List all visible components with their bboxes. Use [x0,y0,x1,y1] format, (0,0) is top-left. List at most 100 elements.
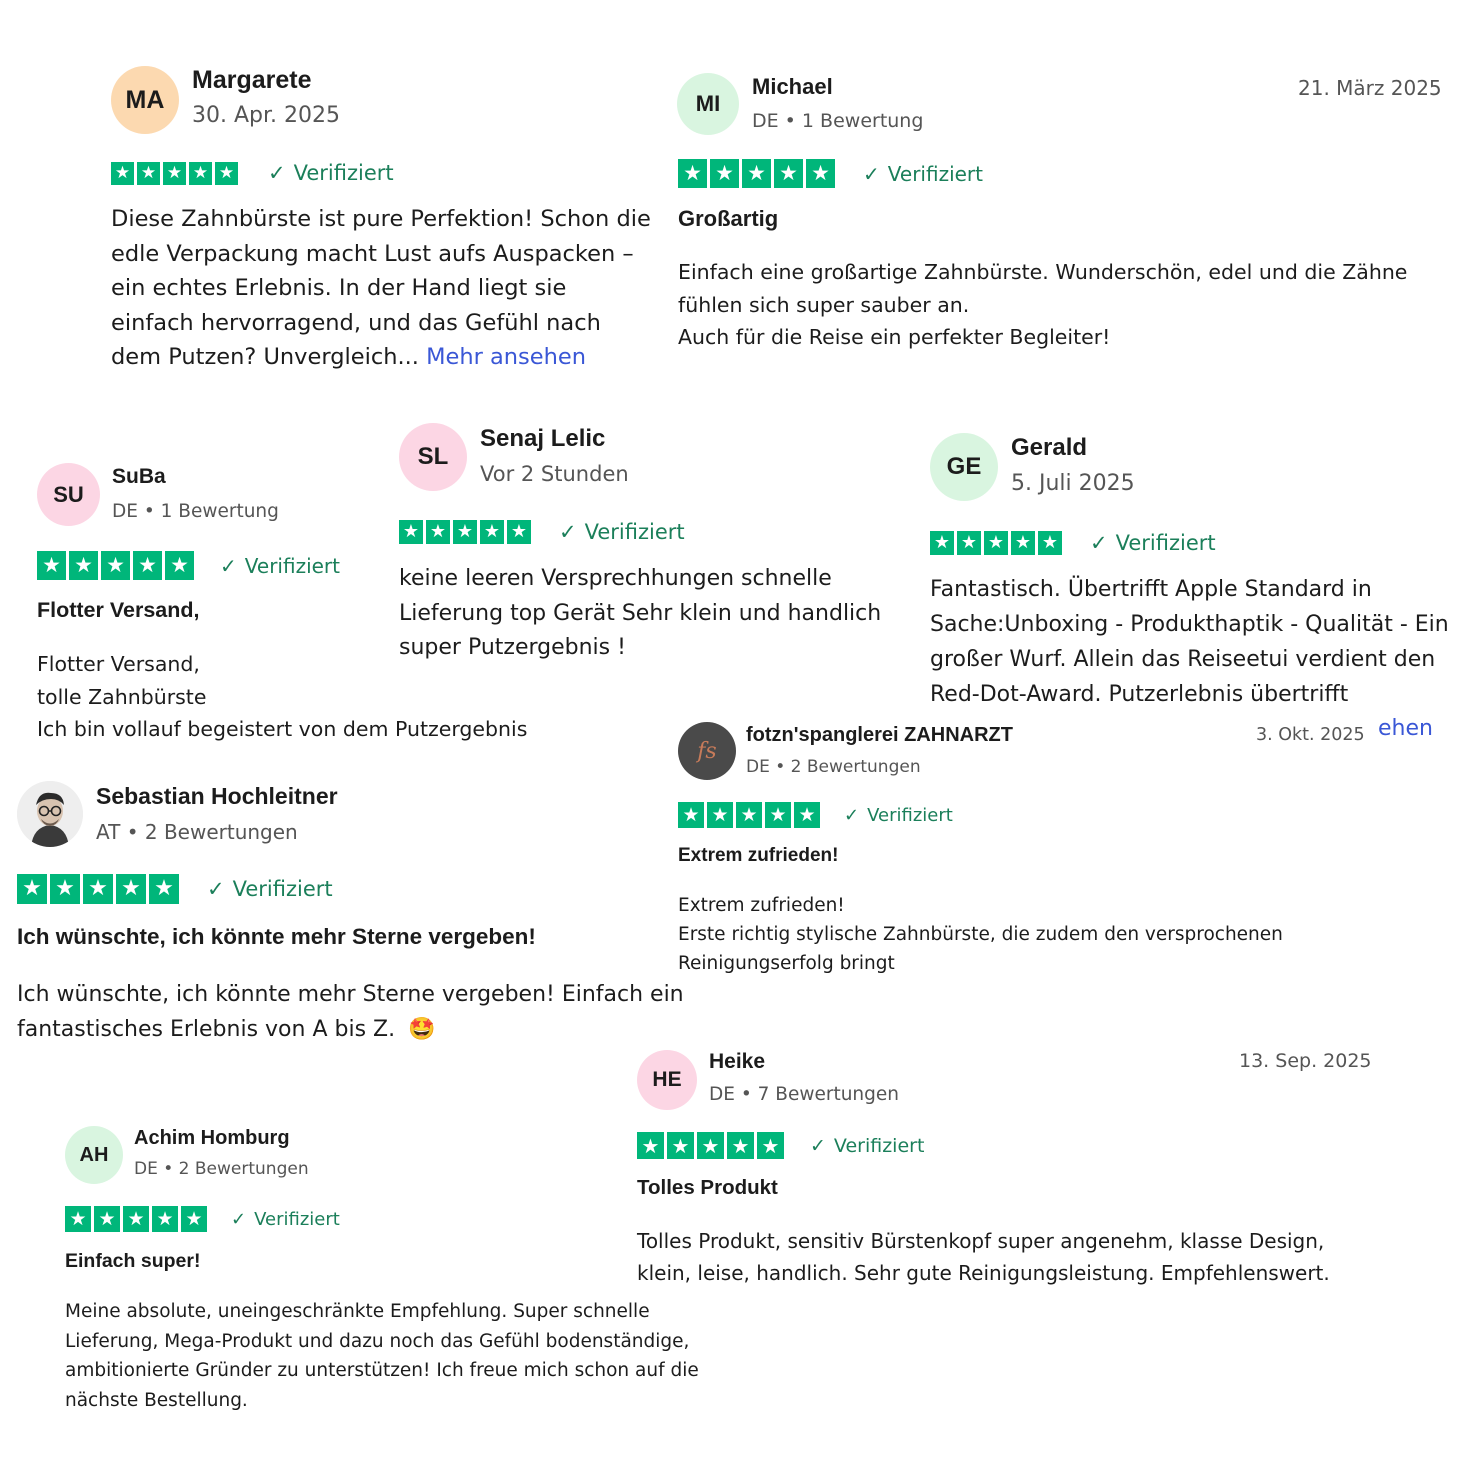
checkmark-icon: ✓ [810,1134,826,1157]
avatar: SL [399,423,467,491]
review-body: keine leeren Versprechhungen schnelle Li… [399,566,882,660]
review-text-line: tolle Zahnbürste [37,684,207,709]
star-icon: ★ [165,551,194,580]
avatar: fs [678,722,736,780]
verified-badge: ✓ Verifiziert [1090,531,1216,555]
verified-label: Verifiziert [833,1134,925,1157]
rating-row: ★ ★ ★ ★ ★ ✓ Verifiziert [399,520,685,544]
checkmark-icon: ✓ [231,1208,247,1230]
reviewer-name[interactable]: Margarete [192,66,312,95]
review-title: Einfach super! [65,1250,201,1272]
star-icon: ★ [189,161,212,185]
avatar: HE [637,1050,697,1110]
reviewer-name[interactable]: fotzn'spanglerei ZAHNARZT [746,724,1013,747]
reviewer-name[interactable]: SuBa [112,465,166,489]
star-icon: ★ [17,874,47,904]
avatar: MI [677,73,739,135]
reviewer-meta: DE • 1 Bewertung [112,501,279,522]
star-rating: ★ ★ ★ ★ ★ [37,551,194,580]
star-icon: ★ [757,1132,784,1159]
star-icon: ★ [637,1132,664,1159]
star-rating: ★ ★ ★ ★ ★ [111,161,238,185]
review-date: Vor 2 Stunden [480,462,629,486]
review-text-line: nächste Bestellung. [65,1389,248,1411]
reviewer-name[interactable]: Achim Homburg [134,1127,290,1150]
star-icon: ★ [736,802,762,828]
star-icon: ★ [137,161,160,185]
review-body: Fantastisch. Übertrifft Apple Standard i… [930,577,1449,707]
logo-mark: fs [697,738,717,764]
star-icon: ★ [806,159,835,188]
reviewer-name[interactable]: Gerald [1011,434,1087,462]
checkmark-icon: ✓ [207,877,225,901]
star-icon: ★ [94,1206,120,1232]
checkmark-icon: ✓ [844,804,860,826]
star-rating: ★ ★ ★ ★ ★ [17,874,179,904]
star-icon: ★ [181,1206,207,1232]
verified-badge: ✓ Verifiziert [863,162,983,186]
star-icon: ★ [765,802,791,828]
review-body: Meine absolute, uneingeschränkte Empfehl… [65,1297,765,1415]
star-rating: ★ ★ ★ ★ ★ [678,159,835,188]
see-more-link[interactable]: ehen [1378,716,1433,741]
star-icon: ★ [37,551,66,580]
star-icon: ★ [50,874,80,904]
review-body: Einfach eine großartige Zahnbürste. Wund… [678,256,1458,354]
verified-label: Verifiziert [232,877,333,901]
avatar: AH [65,1126,123,1184]
star-icon: ★ [1011,531,1035,555]
review-text-line: Erste richtig stylische Zahnbürste, die … [678,924,1283,945]
star-rating: ★ ★ ★ ★ ★ [678,802,820,828]
verified-label: Verifiziert [887,161,983,186]
verified-badge: ✓ Verifiziert [220,554,340,578]
star-icon: ★ [984,531,1008,555]
avatar: SU [37,463,100,526]
star-icon: ★ [742,159,771,188]
avatar-photo [17,781,83,847]
review-text-line: Ich bin vollauf begeistert von dem Putze… [37,717,528,741]
star-icon: ★ [710,159,739,188]
verified-badge: ✓ Verifiziert [207,877,333,901]
star-icon: ★ [794,802,820,828]
review-date: 5. Juli 2025 [1011,471,1135,496]
verified-label: Verifiziert [584,520,685,544]
review-text-line: klein, leise, handlich. Sehr gute Reinig… [637,1261,1330,1285]
verified-label: Verifiziert [867,804,953,826]
verified-label: Verifiziert [1115,531,1216,555]
see-more-link[interactable]: Mehr ansehen [426,344,586,370]
star-icon: ★ [123,1206,149,1232]
verified-badge: ✓ Verifiziert [268,161,394,185]
review-title: Extrem zufrieden! [678,845,839,866]
reviewer-name[interactable]: Heike [709,1050,765,1074]
star-icon: ★ [774,159,803,188]
star-icon: ★ [116,874,146,904]
star-icon: ★ [957,531,981,555]
rating-row: ★ ★ ★ ★ ★ ✓ Verifiziert [637,1132,924,1159]
star-icon: ★ [149,874,179,904]
review-text-line: ambitionierte Gründer zu unterstützen! I… [65,1360,699,1381]
star-icon: ★ [101,551,130,580]
star-icon: ★ [707,802,733,828]
reviewer-name[interactable]: Michael [752,74,833,100]
star-icon: ★ [163,161,186,185]
star-icon: ★ [667,1132,694,1159]
review-text-line: Auch für die Reise ein perfekter Begleit… [678,325,1111,349]
rating-row: ★ ★ ★ ★ ★ ✓ Verifiziert [111,161,394,185]
reviewer-meta: DE • 7 Bewertungen [709,1084,900,1105]
review-date: 30. Apr. 2025 [192,103,340,128]
reviewer-name[interactable]: Senaj Lelic [480,425,605,453]
verified-label: Verifiziert [254,1208,340,1230]
star-icon: ★ [83,874,113,904]
reviewer-name[interactable]: Sebastian Hochleitner [96,783,338,810]
star-icon: ★ [678,159,707,188]
star-icon: ★ [507,520,531,544]
rating-row: ★ ★ ★ ★ ★ ✓ Verifiziert [678,802,953,828]
review-text-line: Einfach eine großartige Zahnbürste. Wund… [678,260,1408,284]
star-struck-emoji-icon: 🤩 [408,1017,436,1042]
verified-badge: ✓ Verifiziert [810,1135,924,1157]
avatar: GE [930,433,998,501]
review-title: Ich wünschte, ich könnte mehr Sterne ver… [17,924,536,949]
rating-row: ★ ★ ★ ★ ★ ✓ Verifiziert [65,1206,340,1232]
star-rating: ★ ★ ★ ★ ★ [637,1132,784,1159]
verified-label: Verifiziert [244,553,340,578]
